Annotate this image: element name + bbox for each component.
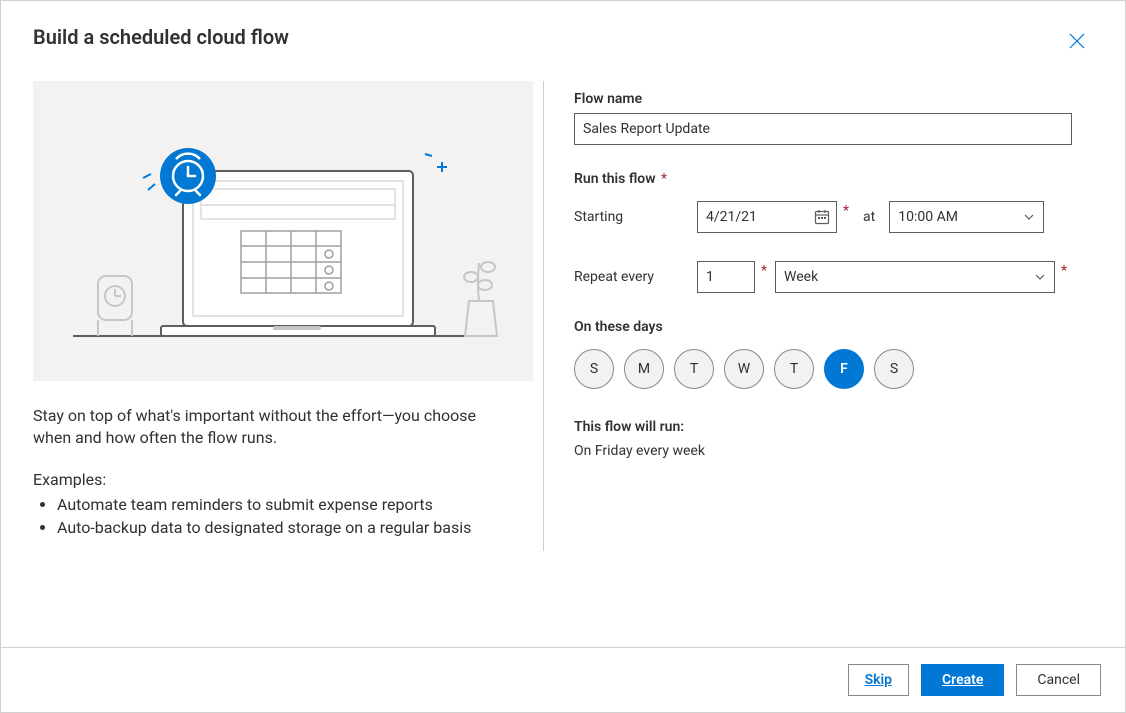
days-section: On these days S M T W T F S: [574, 319, 1093, 389]
example-item: Automate team reminders to submit expens…: [57, 493, 503, 516]
required-asterisk: *: [843, 203, 849, 219]
cancel-button[interactable]: Cancel: [1016, 664, 1101, 696]
repeat-unit-value: Week: [784, 269, 818, 285]
summary-label: This flow will run:: [574, 419, 1093, 435]
run-this-flow-label: Run this flow *: [574, 171, 1093, 187]
run-label-text: Run this flow: [574, 171, 656, 187]
dialog-header: Build a scheduled cloud flow: [1, 1, 1125, 57]
plant-icon: [464, 262, 497, 336]
dialog-title: Build a scheduled cloud flow: [33, 25, 289, 49]
starting-date-input[interactable]: 4/21/21: [697, 201, 837, 233]
day-label: M: [638, 361, 650, 377]
repeat-row: Repeat every 1 * Week *: [574, 261, 1093, 293]
run-this-flow-section: Run this flow * Starting 4/21/21: [574, 171, 1093, 293]
chevron-down-icon: [1023, 211, 1035, 223]
close-button[interactable]: [1061, 25, 1093, 57]
repeat-count-value: 1: [706, 269, 714, 285]
repeat-count-input[interactable]: 1: [697, 261, 755, 293]
days-label: On these days: [574, 319, 1093, 335]
day-sunday-button[interactable]: S: [574, 349, 614, 389]
calendar-icon: [814, 209, 830, 225]
summary-text: On Friday every week: [574, 443, 1093, 459]
starting-time-select[interactable]: 10:00 AM: [889, 201, 1044, 233]
required-asterisk: *: [658, 171, 668, 187]
examples-label: Examples:: [33, 470, 503, 489]
scheduled-flow-dialog: Build a scheduled cloud flow: [0, 0, 1126, 713]
repeat-label: Repeat every: [574, 269, 689, 285]
examples-list: Automate team reminders to submit expens…: [33, 493, 503, 539]
flow-name-input[interactable]: [574, 113, 1072, 145]
day-label: S: [590, 361, 598, 377]
day-label: W: [738, 361, 750, 377]
day-wednesday-button[interactable]: W: [724, 349, 764, 389]
calendar-grid-icon: [241, 231, 341, 293]
required-asterisk: *: [1061, 263, 1067, 279]
day-label: F: [840, 361, 848, 377]
day-label: T: [790, 361, 798, 377]
illustration: [33, 81, 533, 381]
flow-name-section: Flow name: [574, 91, 1093, 145]
description-text: Stay on top of what's important without …: [33, 405, 503, 450]
right-pane: Flow name Run this flow * Starting 4/21/…: [544, 81, 1093, 647]
skip-button[interactable]: Skip: [848, 664, 909, 696]
required-asterisk: *: [761, 263, 767, 279]
dialog-footer: Skip Create Cancel: [1, 647, 1125, 712]
starting-date-value: 4/21/21: [706, 209, 757, 225]
at-label: at: [863, 209, 875, 225]
day-saturday-button[interactable]: S: [874, 349, 914, 389]
flow-name-label: Flow name: [574, 91, 1093, 107]
day-tuesday-button[interactable]: T: [674, 349, 714, 389]
day-monday-button[interactable]: M: [624, 349, 664, 389]
day-label: T: [690, 361, 698, 377]
close-icon: [1069, 33, 1085, 49]
example-item: Auto-backup data to designated storage o…: [57, 516, 503, 539]
summary-section: This flow will run: On Friday every week: [574, 419, 1093, 459]
days-row: S M T W T F S: [574, 349, 1093, 389]
day-label: S: [890, 361, 898, 377]
starting-label: Starting: [574, 209, 689, 225]
starting-time-value: 10:00 AM: [898, 209, 958, 225]
dialog-body: Stay on top of what's important without …: [1, 57, 1125, 647]
repeat-unit-select[interactable]: Week: [775, 261, 1055, 293]
room-clock-icon: [98, 276, 132, 336]
day-thursday-button[interactable]: T: [774, 349, 814, 389]
day-friday-button[interactable]: F: [824, 349, 864, 389]
chevron-down-icon: [1034, 271, 1046, 283]
create-button[interactable]: Create: [921, 664, 1004, 696]
starting-row: Starting 4/21/21: [574, 201, 1093, 233]
left-pane: Stay on top of what's important without …: [33, 81, 543, 647]
